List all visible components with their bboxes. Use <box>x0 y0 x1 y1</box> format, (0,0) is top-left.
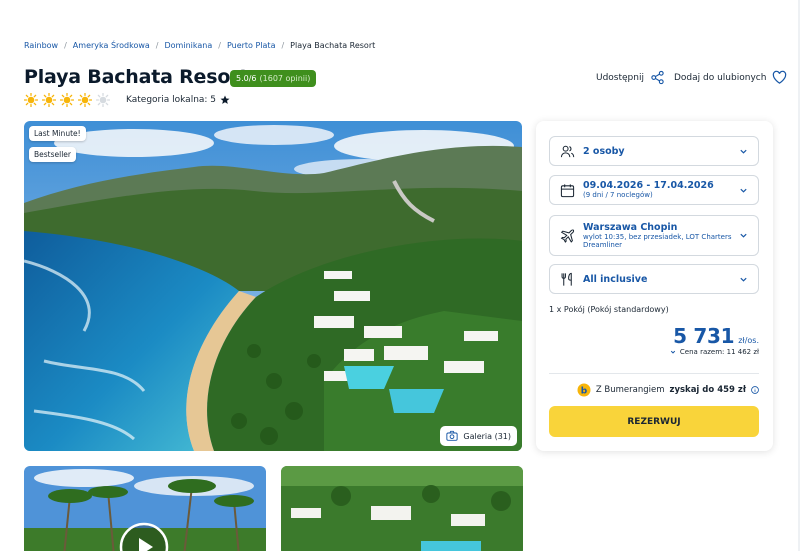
booking-panel: 2 osoby 09.04.2026 - 17.04.2026 (9 dni /… <box>536 121 773 451</box>
play-icon[interactable] <box>119 522 169 551</box>
persons-value: 2 osoby <box>583 145 625 157</box>
local-category: Kategoria lokalna: 5 <box>126 95 230 105</box>
star-icon <box>220 95 230 104</box>
breadcrumb-dominikana[interactable]: Dominikana <box>165 41 213 50</box>
total-price-label: Cena razem: 11 462 zł <box>679 348 759 356</box>
gallery-thumbnail[interactable] <box>281 466 523 551</box>
chevron-down-icon <box>670 350 676 354</box>
share-label: Udostępnij <box>596 72 644 83</box>
sun-icon <box>60 93 74 107</box>
share-icon <box>651 70 664 85</box>
breadcrumb-current: Playa Bachata Resort <box>290 41 376 50</box>
svg-text:b: b <box>581 386 588 396</box>
departure-value: Warszawa Chopin <box>583 221 678 233</box>
favorite-label: Dodaj do ulubionych <box>674 72 767 83</box>
price-unit: zł/os. <box>738 336 759 345</box>
chevron-down-icon <box>740 149 747 154</box>
sun-icon <box>96 93 110 107</box>
chevron-down-icon <box>740 188 747 193</box>
breadcrumb-separator: / <box>218 41 221 50</box>
breadcrumb-separator: / <box>64 41 67 50</box>
breadcrumb: Rainbow / Ameryka Środkowa / Dominikana … <box>24 41 375 50</box>
resort-pool-photo <box>281 466 523 551</box>
breadcrumb-separator: / <box>155 41 159 50</box>
local-category-label: Kategoria lokalna: 5 <box>126 95 217 105</box>
users-icon <box>560 145 575 157</box>
total-price[interactable]: Cena razem: 11 462 zł <box>670 348 759 356</box>
bumerang-logo-icon: b <box>577 383 591 397</box>
rating-badge[interactable]: 5.0/6 (1607 opinii) <box>230 70 317 87</box>
board-select[interactable]: All inclusive <box>549 264 759 294</box>
share-button[interactable]: Udostępnij <box>596 70 665 85</box>
persons-select[interactable]: 2 osoby <box>549 136 759 166</box>
nights-value: (9 dni / 7 noclegów) <box>583 191 653 200</box>
breadcrumb-puerto-plata[interactable]: Puerto Plata <box>227 41 276 50</box>
video-thumbnail[interactable] <box>24 466 266 551</box>
calendar-icon <box>560 183 575 197</box>
sun-rating <box>24 93 110 107</box>
gallery-label: Galeria (31) <box>463 431 511 441</box>
chevron-down-icon <box>740 233 747 238</box>
divider <box>549 373 759 374</box>
gallery-button[interactable]: Galeria (31) <box>440 426 517 446</box>
plane-icon <box>560 229 575 243</box>
bumerang-amount: zyskaj do 459 zł <box>669 385 747 395</box>
bestseller-badge: Bestseller <box>29 147 76 162</box>
breadcrumb-separator: / <box>281 41 285 50</box>
sun-icon <box>78 93 92 107</box>
review-count: (1607 opinii) <box>259 74 311 83</box>
resort-aerial-photo <box>24 121 522 451</box>
sun-icon <box>42 93 56 107</box>
cutlery-icon <box>561 272 572 286</box>
dates-select[interactable]: 09.04.2026 - 17.04.2026 (9 dni / 7 nocle… <box>549 175 759 205</box>
board-value: All inclusive <box>583 273 648 285</box>
bumerang-promo: b Z Bumerangiem zyskaj do 459 zł <box>577 383 759 397</box>
info-icon[interactable] <box>751 386 759 394</box>
favorite-button[interactable]: Dodaj do ulubionych <box>674 70 787 85</box>
price-amount: 5 731 <box>673 324 735 348</box>
heart-icon <box>773 70 787 84</box>
chevron-down-icon <box>740 277 747 282</box>
reserve-button[interactable]: REZERWUJ <box>549 406 759 437</box>
page-title: Playa Bachata Resort <box>24 66 249 88</box>
departure-select[interactable]: Warszawa Chopin wylot 10:35, bez przesia… <box>549 215 759 256</box>
room-info: 1 x Pokój (Pokój standardowy) <box>549 305 669 314</box>
price-per-person: 5 731 zł/os. <box>673 324 759 348</box>
dates-value: 09.04.2026 - 17.04.2026 <box>583 180 714 192</box>
hero-image[interactable]: Last Minute! Bestseller Galeria (31) <box>24 121 522 451</box>
breadcrumb-central-america[interactable]: Ameryka Środkowa <box>73 41 150 50</box>
flight-details: wylot 10:35, bez przesiadek, LOT Charter… <box>583 232 732 249</box>
breadcrumb-rainbow[interactable]: Rainbow <box>24 41 58 50</box>
rating-score: 5.0/6 <box>236 74 257 83</box>
last-minute-badge: Last Minute! <box>29 126 86 141</box>
camera-icon <box>446 430 458 441</box>
bumerang-prefix: Z Bumerangiem <box>595 385 665 395</box>
sun-icon <box>24 93 38 107</box>
